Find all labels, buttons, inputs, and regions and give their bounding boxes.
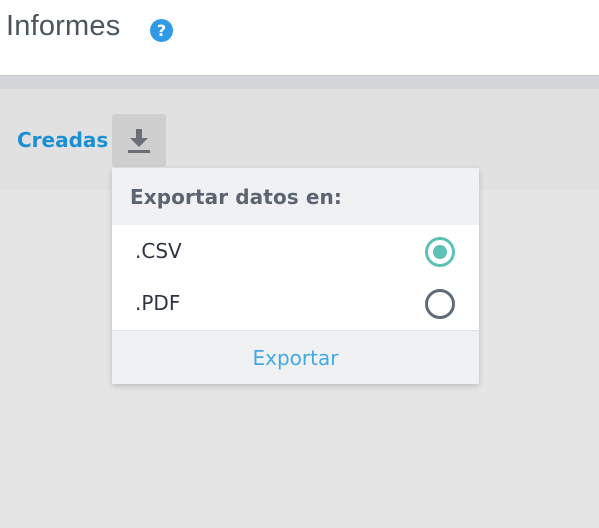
popover-header: Exportar datos en: <box>112 168 479 225</box>
tab-created[interactable]: Creadas <box>17 128 108 152</box>
reports-page: Informes ? Creadas Exportar datos en: .C… <box>0 0 599 528</box>
download-icon <box>128 129 150 153</box>
popover-footer: Exportar <box>112 330 479 384</box>
export-button[interactable]: Exportar <box>112 331 479 385</box>
page-title: Informes <box>6 10 121 42</box>
option-label: .PDF <box>135 291 181 315</box>
radio-dot <box>433 245 447 259</box>
export-option-pdf[interactable]: .PDF <box>112 278 479 330</box>
export-popover: Exportar datos en: .CSV .PDF Exportar <box>112 168 479 384</box>
download-button[interactable] <box>112 114 166 167</box>
help-icon[interactable]: ? <box>150 19 173 42</box>
popover-title: Exportar datos en: <box>130 185 342 209</box>
header-divider <box>0 75 599 89</box>
page-header: Informes ? <box>0 0 599 75</box>
radio-csv[interactable] <box>425 237 455 267</box>
export-option-csv[interactable]: .CSV <box>112 226 479 278</box>
radio-pdf[interactable] <box>425 289 455 319</box>
option-label: .CSV <box>135 239 182 263</box>
